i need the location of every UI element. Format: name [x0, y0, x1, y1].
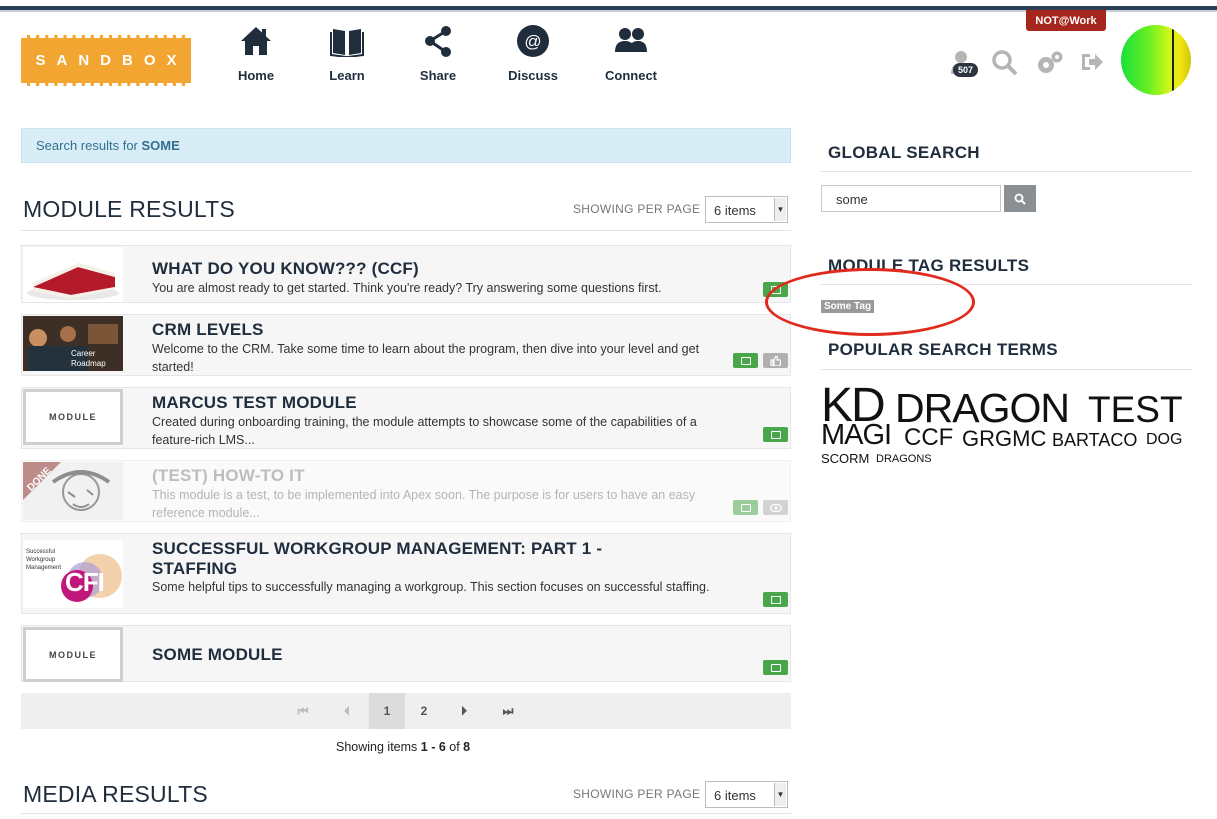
at-icon: @ — [517, 25, 549, 57]
term-link[interactable]: CCF — [904, 426, 953, 450]
divider — [21, 230, 791, 231]
module-title[interactable]: WHAT DO YOU KNOW??? (CCF) — [152, 259, 419, 279]
module-placeholder-thumb: MODULE — [23, 389, 123, 445]
sandbox-logo[interactable]: SANDBOX — [21, 35, 191, 86]
module-title[interactable]: MARCUS TEST MODULE — [152, 393, 357, 413]
chevron-down-icon: ▼ — [774, 198, 786, 221]
module-description: Welcome to the CRM. Take some time to le… — [152, 342, 700, 374]
share-icon — [425, 26, 451, 57]
users-icon — [615, 28, 647, 52]
career-roadmap-image: Career Roadmap — [23, 316, 123, 371]
book-icon[interactable] — [763, 660, 788, 675]
page-2[interactable]: 2 — [406, 693, 442, 729]
book-icon — [330, 29, 364, 57]
home-icon — [241, 27, 271, 55]
search-icon — [1014, 193, 1026, 205]
global-search-title: GLOBAL SEARCH — [828, 143, 980, 162]
per-page-value: 6 items — [714, 203, 756, 218]
showing-items: Showing items 1 - 6 of 8 — [336, 740, 471, 754]
term-link[interactable]: DRAGONS — [876, 454, 932, 465]
nav-share[interactable]: Share — [398, 25, 478, 83]
book-icon[interactable] — [733, 353, 758, 368]
user-avatar[interactable] — [1121, 25, 1191, 95]
module-title[interactable]: CRM LEVELS — [152, 320, 264, 340]
annotation-circle — [765, 268, 975, 336]
page-1[interactable]: 1 — [369, 693, 405, 729]
module-title[interactable]: SUCCESSFUL WORKGROUP MANAGEMENT: PART 1 … — [152, 539, 652, 579]
module-row-completed[interactable]: DONE (TEST) HOW-TO IT This module is a t… — [21, 460, 791, 522]
per-page-value: 6 items — [714, 788, 756, 803]
media-per-page-select[interactable]: 6 items ▼ — [705, 781, 788, 808]
module-row[interactable]: Career Roadmap CRM LEVELS Welcome to the… — [21, 314, 791, 376]
divider — [21, 813, 791, 814]
module-description: Some helpful tips to successfully managi… — [152, 580, 710, 594]
term-link[interactable]: BARTACO — [1052, 431, 1137, 449]
nav-discuss-label: Discuss — [508, 68, 558, 83]
gears-icon[interactable] — [1036, 50, 1064, 76]
global-search-input[interactable]: some — [821, 185, 1001, 212]
term-link[interactable]: DOG — [1146, 432, 1182, 448]
next-page-icon[interactable]: ⏵ — [446, 693, 482, 729]
module-placeholder-thumb: MODULE — [23, 627, 123, 682]
popular-search-terms-title: POPULAR SEARCH TERMS — [828, 340, 1058, 359]
thumbs-up-icon[interactable] — [763, 353, 788, 368]
last-page-icon[interactable]: ⏭ — [490, 693, 526, 729]
book-icon[interactable] — [733, 500, 758, 515]
per-page-label: SHOWING PER PAGE — [573, 202, 701, 216]
not-at-work-button[interactable]: NOT@Work — [1026, 10, 1106, 31]
term-link[interactable]: SCORM — [821, 452, 869, 465]
term-link[interactable]: TEST — [1088, 391, 1183, 428]
term-link[interactable]: MAGI — [821, 421, 892, 450]
module-results-title: MODULE RESULTS — [23, 196, 235, 222]
cake-image — [23, 247, 123, 302]
nav-connect[interactable]: Connect — [591, 25, 671, 83]
nav-share-label: Share — [419, 68, 457, 83]
search-icon[interactable] — [992, 50, 1018, 76]
module-title[interactable]: SOME MODULE — [152, 645, 283, 665]
nav-home-label: Home — [237, 68, 275, 83]
global-search-button[interactable] — [1004, 185, 1036, 212]
module-row[interactable]: WHAT DO YOU KNOW??? (CCF) You are almost… — [21, 245, 791, 303]
per-page-label: SHOWING PER PAGE — [573, 787, 701, 801]
book-icon[interactable] — [763, 592, 788, 607]
module-description: You are almost ready to get started. Thi… — [152, 281, 662, 295]
svg-text:@: @ — [524, 32, 541, 51]
divider — [821, 171, 1192, 172]
per-page-select[interactable]: 6 items ▼ — [705, 196, 788, 223]
module-description: This module is a test, to be implemented… — [152, 488, 696, 520]
logout-icon[interactable] — [1080, 50, 1104, 74]
notification-badge: 507 — [953, 63, 979, 77]
cfi-logo: CFI — [65, 567, 105, 597]
chevron-down-icon: ▼ — [774, 783, 786, 806]
nav-discuss[interactable]: @ Discuss — [493, 25, 573, 83]
nav-connect-label: Connect — [605, 68, 657, 83]
divider — [821, 369, 1192, 370]
sketch-image: DONE — [23, 462, 123, 520]
book-icon[interactable] — [763, 427, 788, 442]
module-title[interactable]: (TEST) HOW-TO IT — [152, 466, 305, 486]
module-row[interactable]: Successful Workgroup Management CFI SUCC… — [21, 533, 791, 614]
media-results-title: MEDIA RESULTS — [23, 781, 208, 807]
pagination: ⏮ ⏴ 1 2 ⏵ ⏭ — [21, 693, 791, 729]
term-link[interactable]: DRAGON — [895, 388, 1070, 429]
term-link[interactable]: GRGMC — [962, 428, 1046, 450]
nav-learn[interactable]: Learn — [307, 25, 387, 83]
first-page-icon[interactable]: ⏮ — [285, 693, 321, 729]
workgroup-image: Successful Workgroup Management CFI — [23, 540, 123, 608]
prev-page-icon[interactable]: ⏴ — [329, 693, 365, 729]
eye-icon[interactable] — [763, 500, 788, 515]
nav-home[interactable]: Home — [216, 25, 296, 83]
nav-learn-label: Learn — [329, 68, 365, 83]
module-description: Created during onboarding training, the … — [152, 415, 697, 447]
module-row[interactable]: MODULE MARCUS TEST MODULE Created during… — [21, 387, 791, 449]
search-results-banner: Search results for SOME — [21, 128, 791, 163]
search-term: SOME — [141, 138, 180, 153]
module-row[interactable]: MODULE SOME MODULE — [21, 625, 791, 682]
thumb-caption: Career Roadmap — [71, 349, 106, 368]
search-banner-prefix: Search results for — [36, 138, 142, 153]
